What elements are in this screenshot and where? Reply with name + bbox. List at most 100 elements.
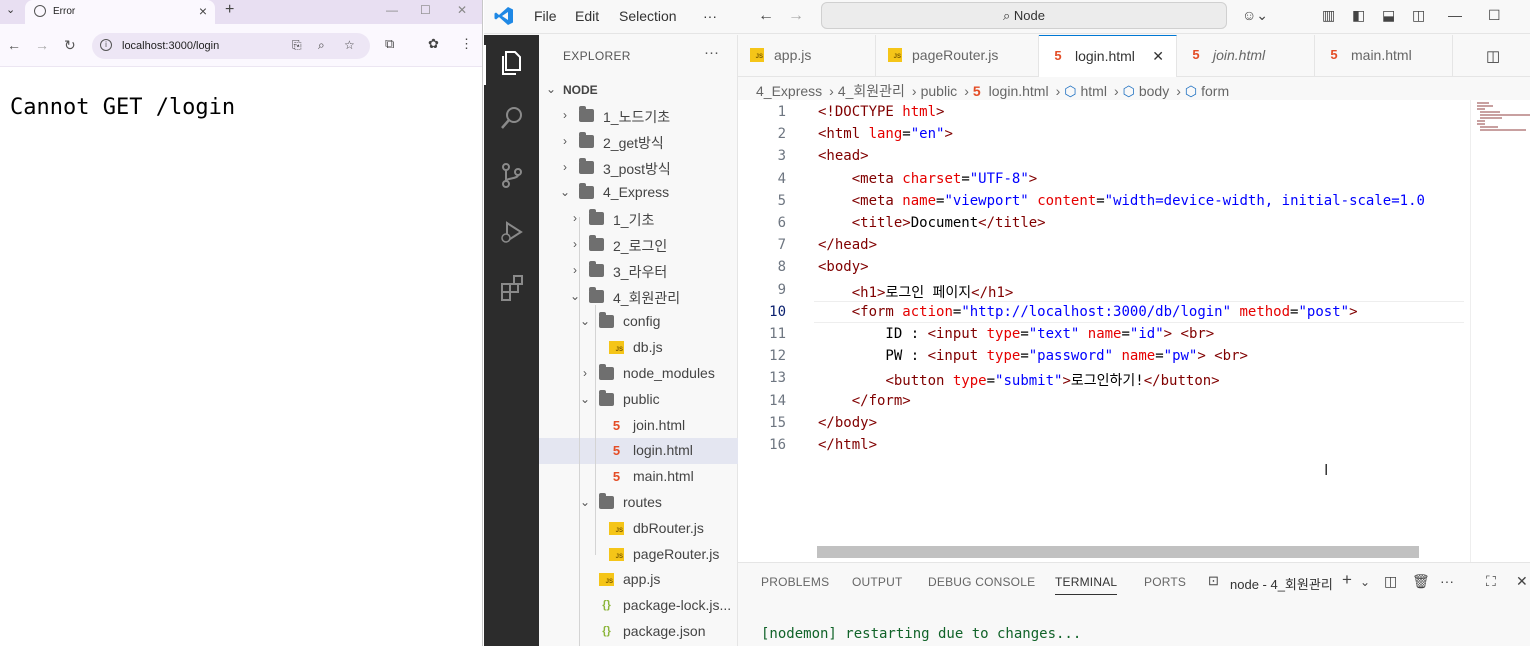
panel-tab-terminal[interactable]: TERMINAL — [1055, 575, 1118, 595]
terminal-name[interactable]: node - 4_회원관리 — [1230, 574, 1333, 593]
tree-item[interactable]: ⌄ config — [539, 309, 738, 335]
zoom-icon[interactable]: ⌕ — [318, 38, 325, 53]
close-panel-icon[interactable]: ✕ — [1516, 573, 1528, 590]
menu-selection[interactable]: Selection — [619, 8, 677, 24]
editor-tab[interactable]: 5 main.html — [1315, 35, 1453, 77]
tree-item[interactable]: 5 login.html — [539, 438, 738, 465]
breadcrumb-item[interactable]: body — [1139, 83, 1169, 99]
breadcrumb-item[interactable]: 4_회원관리 — [838, 83, 905, 99]
code-line[interactable]: <button type="submit">로그인하기!</button> — [818, 370, 1219, 390]
bookmark-star-icon[interactable]: ☆ — [344, 38, 355, 52]
menu-more-icon[interactable]: ··· — [703, 8, 717, 24]
tree-item[interactable]: JS dbRouter.js — [539, 516, 738, 542]
code-editor[interactable]: 1 2 3 4 5 6 7 8 9 10 11 12 13 14 15 16 <!DOCTYPE html> <… — [738, 100, 1530, 562]
breadcrumb-item[interactable]: html — [1080, 83, 1106, 99]
tab-search-chevron-icon[interactable]: ⌄ — [6, 3, 15, 16]
close-window-icon[interactable]: ✕ — [457, 3, 467, 17]
tree-item[interactable]: › node_modules — [539, 361, 738, 387]
nav-back-icon[interactable]: ← — [758, 7, 774, 25]
explorer-more-icon[interactable]: ··· — [704, 44, 719, 61]
tree-item[interactable]: ⌄ routes — [539, 490, 738, 516]
breadcrumb-item[interactable]: form — [1201, 83, 1229, 99]
code-line[interactable]: <h1>로그인 페이지</h1> — [818, 282, 1014, 302]
panel-tab-debug-console[interactable]: DEBUG CONSOLE — [928, 575, 1035, 589]
new-terminal-icon[interactable]: + — [1342, 570, 1352, 590]
browser-menu-icon[interactable]: ⋮ — [460, 36, 473, 52]
code-line[interactable]: </head> — [818, 237, 877, 253]
code-line[interactable]: <html lang="en"> — [818, 126, 953, 142]
minimize-window-icon[interactable]: — — [1448, 7, 1462, 23]
customize-layout-icon[interactable]: ▥ — [1322, 7, 1335, 24]
kill-terminal-icon[interactable]: 🗑 — [1412, 573, 1430, 590]
close-tab-icon[interactable]: × — [199, 3, 207, 19]
extensions-icon[interactable]: ⧉ — [385, 36, 394, 52]
tree-item[interactable]: › 3_post방식 — [539, 155, 738, 181]
forward-icon[interactable]: → — [35, 37, 49, 53]
code-line[interactable]: ID : <input type="text" name="id"> <br> — [818, 326, 1214, 342]
editor-tab[interactable]: 5 login.html ✕ — [1039, 35, 1177, 77]
site-info-icon[interactable]: i — [100, 39, 112, 51]
code-line[interactable]: </html> — [818, 437, 877, 453]
extensions-view-icon[interactable] — [497, 273, 527, 303]
split-editor-icon[interactable]: ◫ — [1486, 47, 1500, 65]
tree-item[interactable]: 5 main.html — [539, 464, 738, 490]
code-line[interactable]: <body> — [818, 259, 869, 275]
breadcrumb-item[interactable]: 4_Express — [756, 83, 822, 99]
terminal-dropdown-icon[interactable]: ⌄ — [1360, 575, 1370, 589]
tree-item[interactable]: JS pageRouter.js — [539, 542, 738, 568]
search-view-icon[interactable] — [497, 103, 527, 133]
address-bar[interactable]: i localhost:3000/login ⎘ ⌕ ☆ — [92, 33, 370, 59]
nav-forward-icon[interactable]: → — [788, 7, 804, 25]
tree-root[interactable]: ⌄ NODE — [539, 77, 738, 103]
minimize-icon[interactable]: — — [386, 3, 398, 17]
editor-tab[interactable]: 5 join.html — [1177, 35, 1315, 77]
tree-item[interactable]: › 1_노드기초 — [539, 103, 738, 129]
tree-item[interactable]: ⌄ 4_회원관리 — [539, 284, 738, 310]
menu-file[interactable]: File — [534, 8, 557, 24]
code-line[interactable]: <meta name="viewport" content="width=dev… — [818, 193, 1425, 209]
editor-tab[interactable]: JS pageRouter.js — [876, 35, 1039, 77]
tree-item[interactable]: {} package.json — [539, 619, 738, 645]
tree-item[interactable]: › 1_기초 — [539, 206, 738, 232]
translate-icon[interactable]: ⎘ — [292, 38, 302, 53]
maximize-panel-icon[interactable]: ⛶ — [1486, 573, 1496, 590]
maximize-icon[interactable]: ☐ — [420, 3, 431, 17]
panel-more-icon[interactable]: ··· — [1440, 573, 1454, 589]
breadcrumb-item[interactable]: login.html — [989, 83, 1049, 99]
split-terminal-icon[interactable]: ◫ — [1384, 573, 1397, 590]
copilot-icon[interactable]: ☺⌄ — [1242, 7, 1268, 24]
toggle-secondary-sidebar-icon[interactable]: ◫ — [1412, 7, 1425, 24]
code-line[interactable]: </body> — [818, 415, 877, 431]
explorer-icon[interactable] — [497, 48, 527, 78]
code-line[interactable]: PW : <input type="password" name="pw"> <… — [818, 348, 1248, 364]
panel-tab-ports[interactable]: PORTS — [1144, 575, 1186, 589]
menu-edit[interactable]: Edit — [575, 8, 599, 24]
code-line[interactable]: <!DOCTYPE html> — [818, 104, 944, 120]
code-line[interactable]: <meta charset="UTF-8"> — [818, 171, 1037, 187]
horizontal-scrollbar[interactable] — [817, 546, 1419, 558]
tree-item[interactable]: › 2_get방식 — [539, 129, 738, 155]
run-debug-icon[interactable] — [497, 217, 527, 247]
maximize-window-icon[interactable]: ☐ — [1488, 7, 1501, 24]
url-text[interactable]: localhost:3000/login — [122, 40, 219, 52]
close-tab-icon[interactable]: ✕ — [1152, 48, 1164, 65]
code-line[interactable]: <form action="http://localhost:3000/db/l… — [818, 304, 1358, 320]
new-tab-icon[interactable]: + — [225, 1, 234, 19]
breadcrumb-item[interactable]: public — [921, 83, 958, 99]
code-line[interactable]: <title>Document</title> — [818, 215, 1046, 231]
tree-item[interactable]: › 3_라우터 — [539, 258, 738, 284]
tree-item[interactable]: › 2_로그인 — [539, 232, 738, 258]
editor-tab[interactable]: JS app.js — [738, 35, 876, 77]
tree-item[interactable]: 5 join.html — [539, 413, 738, 439]
command-center[interactable]: ⌕ Node — [821, 2, 1227, 29]
tree-item[interactable]: ⌄ public — [539, 387, 738, 413]
toggle-panel-icon[interactable]: ⬓ — [1382, 7, 1395, 24]
back-icon[interactable]: ← — [7, 37, 21, 53]
panel-tab-output[interactable]: OUTPUT — [852, 575, 903, 589]
tree-item[interactable]: JS app.js — [539, 567, 738, 593]
reload-icon[interactable]: ↻ — [64, 37, 76, 54]
toggle-sidebar-icon[interactable]: ◧ — [1352, 7, 1365, 24]
source-control-icon[interactable] — [497, 160, 527, 190]
panel-tab-problems[interactable]: PROBLEMS — [761, 575, 829, 589]
tree-item[interactable]: {} package-lock.js... — [539, 593, 738, 619]
